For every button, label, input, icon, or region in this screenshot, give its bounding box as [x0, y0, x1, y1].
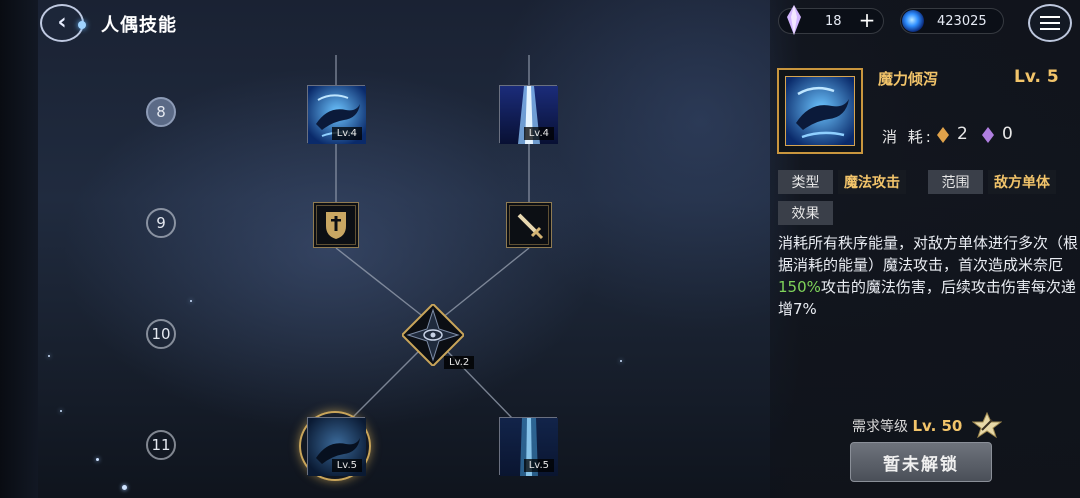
range-label: 范围 — [928, 170, 983, 194]
shield-sword-icon — [326, 212, 346, 239]
desc-text: 消耗所有秩序能量，对敌方单体进行多次（根据消耗的能量）魔法攻击，首次造成米奈厄 — [778, 234, 1079, 274]
dolphin-wave-icon — [786, 77, 854, 145]
menu-line — [1040, 22, 1060, 24]
type-value: 魔法攻击 — [838, 170, 906, 194]
glow-dot — [78, 21, 86, 29]
type-label: 类型 — [778, 170, 833, 194]
purple-gem-icon — [982, 127, 994, 143]
add-crystal-button[interactable]: + — [857, 10, 877, 31]
crystal-count: 18 — [825, 14, 842, 29]
skill-name: 魔力倾泻 — [878, 70, 939, 88]
crystal-icon — [787, 5, 801, 35]
skill-slot-r8-left[interactable]: Lv.4 — [307, 85, 366, 144]
cost-orange-value: 2 — [957, 124, 968, 144]
required-level-label: 需求等级 — [852, 419, 908, 435]
passive-node-sword[interactable] — [506, 202, 552, 248]
chevron-left-icon: ‹ — [57, 10, 67, 35]
menu-line — [1040, 28, 1060, 30]
unlock-button[interactable]: 暂未解锁 — [850, 442, 992, 482]
skill-level-badge: Lv.5 — [331, 459, 362, 472]
rank-star-icon — [972, 412, 1002, 438]
skill-slot-r8-right[interactable]: Lv.4 — [499, 85, 558, 144]
selected-skill-portrait — [777, 68, 863, 154]
skill-level-badge: Lv.4 — [331, 127, 362, 140]
back-button[interactable]: ‹ — [40, 4, 86, 42]
skill-slot-r11-right[interactable]: Lv.5 — [499, 417, 558, 476]
page-title: 人偶技能 — [101, 15, 177, 36]
required-level-value: Lv. 50 — [912, 417, 963, 435]
skill-level: Lv. 5 — [1014, 67, 1059, 87]
row-number-10: 10 — [146, 319, 176, 349]
range-value: 敌方单体 — [988, 170, 1056, 194]
skill-level-badge: Lv.4 — [523, 127, 554, 140]
row-number-9: 9 — [146, 208, 176, 238]
sword-icon — [517, 213, 544, 240]
required-level: 需求等级 Lv. 50 — [852, 416, 962, 436]
skill-slot-r11-left-selected[interactable]: Lv.5 — [307, 417, 366, 476]
desc-highlight: 150% — [778, 278, 821, 296]
core-node-eye[interactable]: Lv.2 — [400, 302, 475, 369]
mana-orb-icon — [902, 10, 924, 32]
row-number-8: 8 — [146, 97, 176, 127]
game-background: 8 9 10 11 Lv.4 Lv.4 Lv.2 Lv.5 Lv.5 魔力倾泻 … — [0, 0, 1080, 498]
mana-currency: 423025 — [900, 8, 1004, 34]
mana-count: 423025 — [937, 14, 987, 29]
skill-level-badge: Lv.5 — [523, 459, 554, 472]
effect-label: 效果 — [778, 201, 833, 225]
menu-line — [1040, 16, 1060, 18]
passive-node-shield[interactable] — [313, 202, 359, 248]
menu-button[interactable] — [1028, 4, 1072, 42]
crystal-currency: 18 + — [778, 5, 884, 35]
skill-description: 消耗所有秩序能量，对敌方单体进行多次（根据消耗的能量）魔法攻击，首次造成米奈厄 1… — [778, 232, 1078, 320]
row-number-11: 11 — [146, 430, 176, 460]
orange-gem-icon — [937, 127, 949, 143]
desc-text: 攻击的魔法伤害，后续攻击伤害每次递增7% — [778, 278, 1076, 318]
cost-label: 消 耗: — [882, 128, 934, 146]
cost-purple-value: 0 — [1002, 124, 1013, 144]
skill-level-badge: Lv.2 — [444, 356, 475, 369]
